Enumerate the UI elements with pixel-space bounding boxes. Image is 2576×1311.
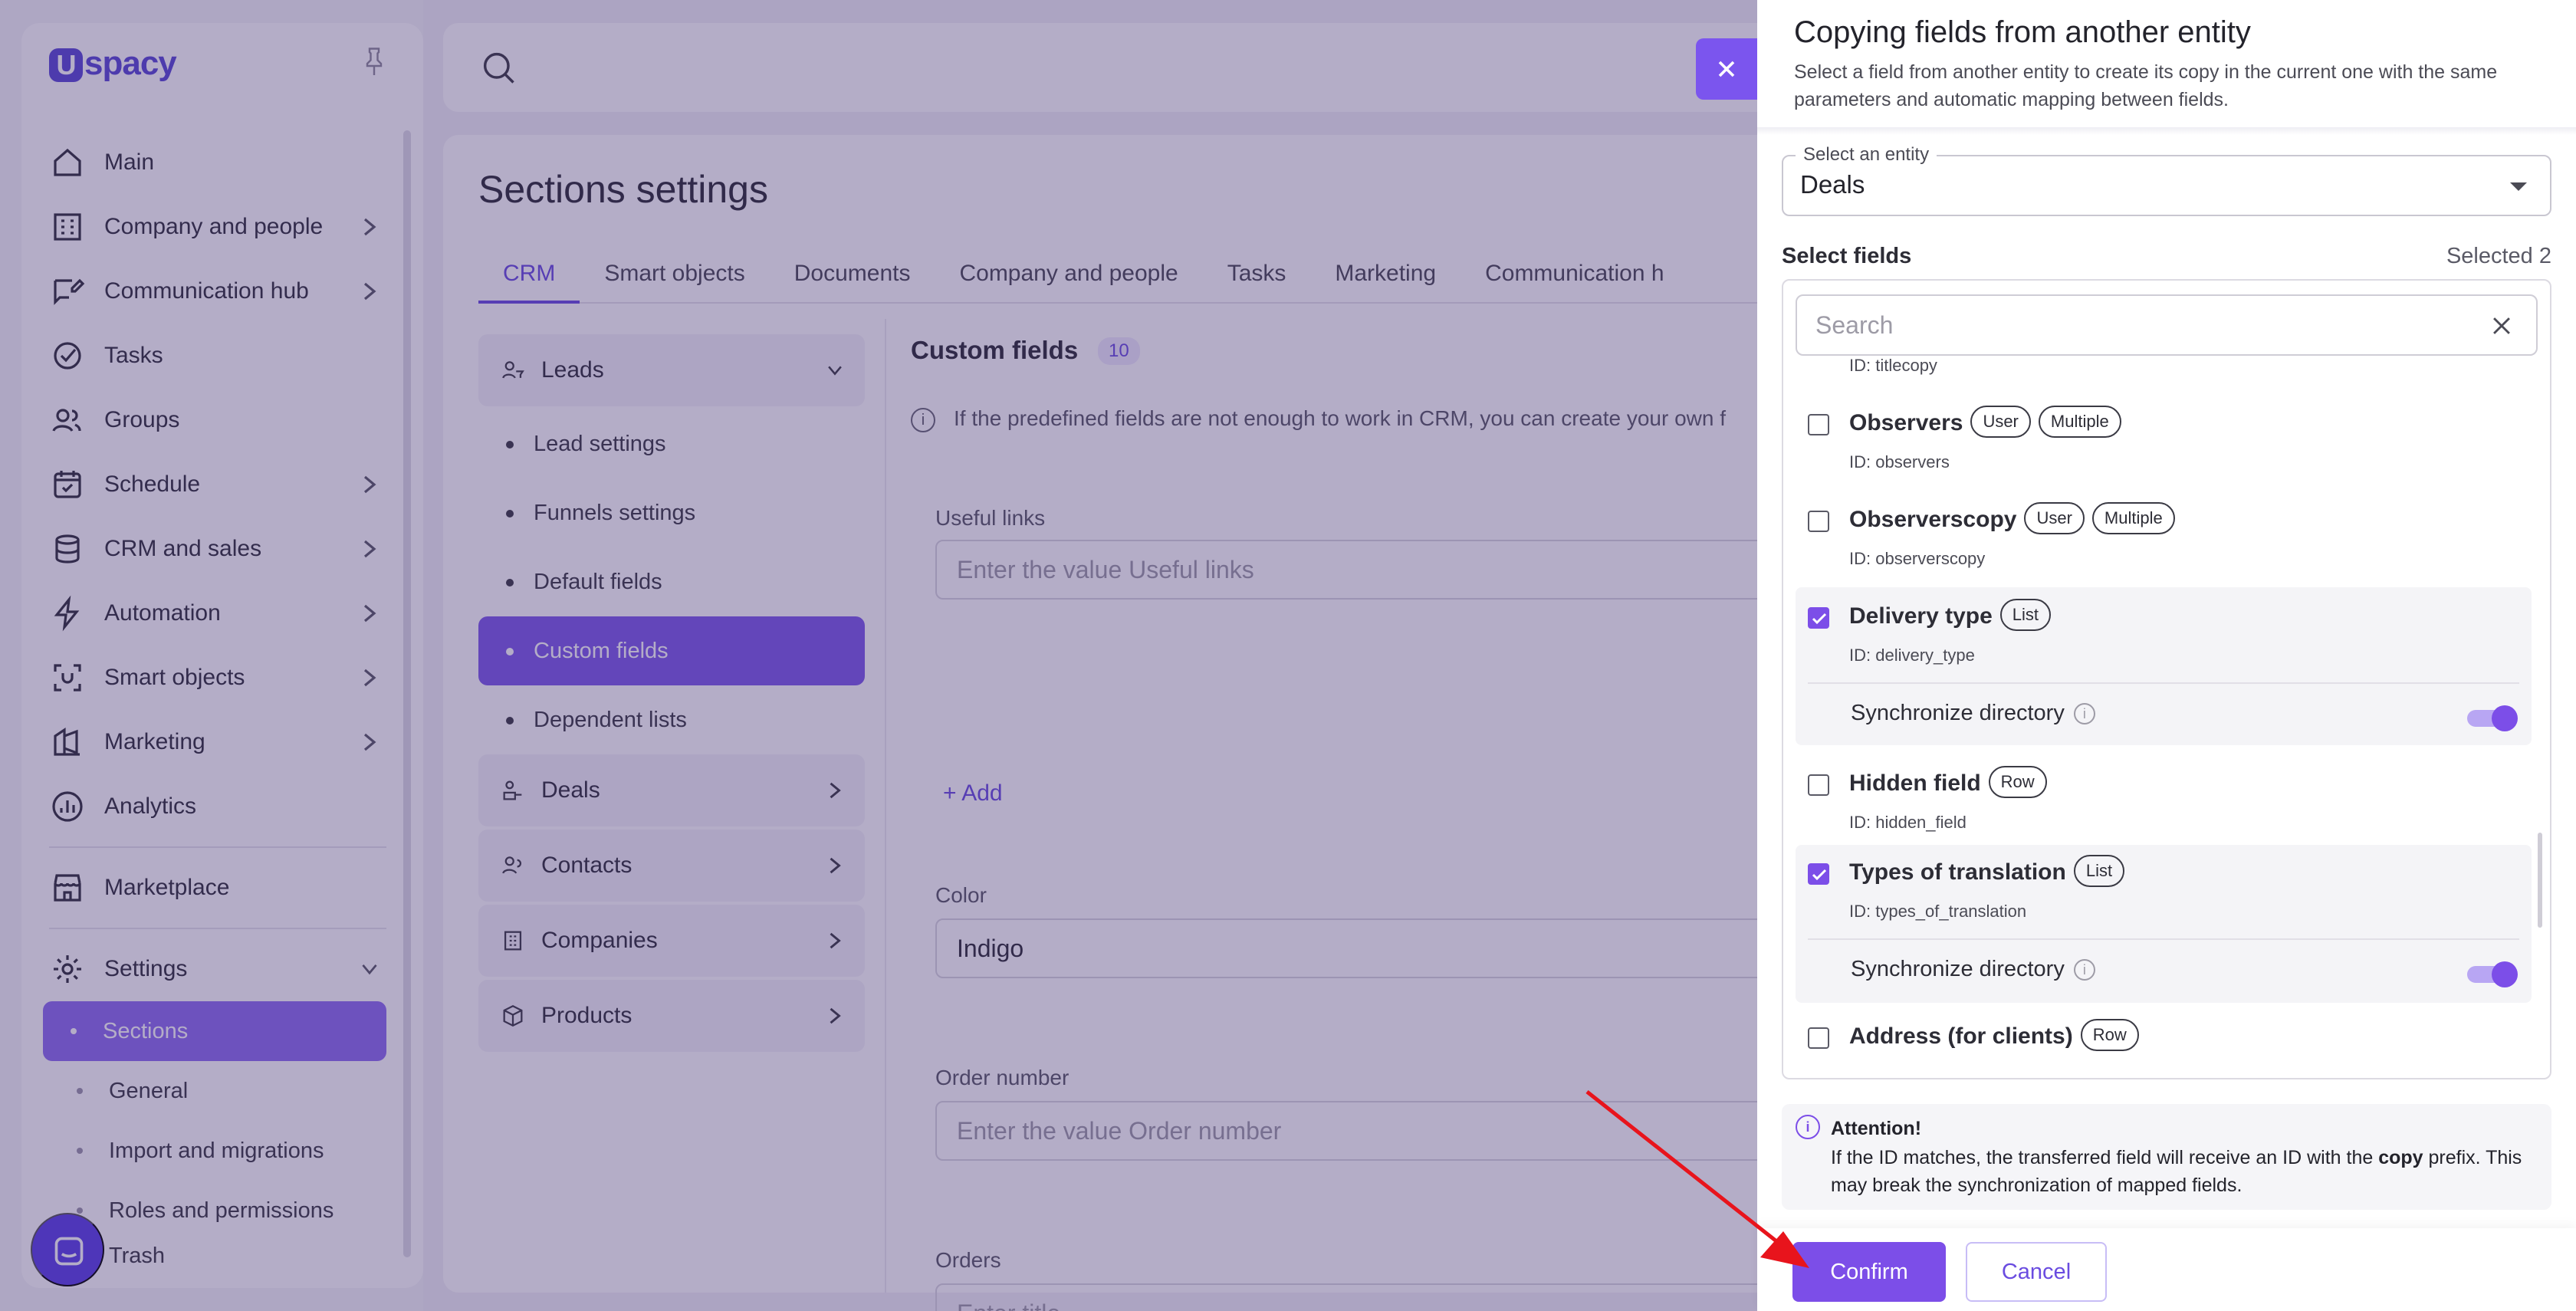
type-chip: Multiple xyxy=(2038,406,2121,438)
field-id: ID: hidden_field xyxy=(1849,813,1967,832)
attention-text-bold: copy xyxy=(2378,1147,2423,1168)
close-icon xyxy=(1718,61,1735,77)
field-row-types-of-translation[interactable]: Types of translation List ID: types_of_tr… xyxy=(1796,845,2532,1003)
cancel-button[interactable]: Cancel xyxy=(1966,1242,2107,1302)
field-id: ID: observerscopy xyxy=(1849,549,1986,568)
type-chip: Row xyxy=(2080,1019,2139,1051)
copy-fields-drawer: Copying fields from another entity Selec… xyxy=(1757,0,2576,1311)
field-name: Address (for clients) Row xyxy=(1849,1019,2139,1053)
sync-label-text: Synchronize directory xyxy=(1851,957,2065,981)
fields-search-input[interactable] xyxy=(1815,307,2459,343)
type-chip: User xyxy=(1970,406,2031,438)
entity-select-label: Select an entity xyxy=(1796,144,1937,166)
info-icon[interactable]: i xyxy=(2073,703,2095,725)
type-chip: Multiple xyxy=(2091,502,2175,534)
fields-list-scrollbar[interactable] xyxy=(2538,833,2542,928)
check-icon xyxy=(1812,869,1827,881)
field-checkbox[interactable] xyxy=(1808,414,1829,435)
header-shadow xyxy=(1757,127,2576,135)
field-id: ID: delivery_type xyxy=(1849,646,1975,665)
drawer-close-button[interactable] xyxy=(1696,38,1757,100)
attention-text: If the ID matches, the transferred field… xyxy=(1831,1144,2536,1199)
annotation-arrow-icon xyxy=(1585,1090,1809,1268)
field-id: ID: titlecopy xyxy=(1849,356,1937,375)
type-chip: User xyxy=(2024,502,2085,534)
entity-select[interactable]: Select an entity Deals xyxy=(1782,144,2551,216)
sync-label-text: Synchronize directory xyxy=(1851,701,2065,725)
drawer-subtitle: Select a field from another entity to cr… xyxy=(1794,61,2498,110)
drawer-footer: Confirm Cancel xyxy=(1757,1228,2576,1311)
field-checkbox-checked[interactable] xyxy=(1808,863,1829,885)
info-icon[interactable]: i xyxy=(2073,959,2095,981)
list-item: ID: titlecopy xyxy=(1796,356,2532,379)
attention-title: Attention! xyxy=(1831,1118,1922,1139)
field-row-delivery-type[interactable]: Delivery type List ID: delivery_type Sync… xyxy=(1796,587,2532,745)
field-id: ID: observers xyxy=(1849,452,1950,472)
field-name: Delivery type List xyxy=(1849,599,2052,633)
drawer-title: Copying fields from another entity xyxy=(1794,15,2251,49)
sync-directory-label: Synchronize directory i xyxy=(1851,701,2095,726)
field-row-observerscopy[interactable]: Observerscopy User Multiple ID: observersc… xyxy=(1796,480,2532,572)
sync-directory-label: Synchronize directory i xyxy=(1851,957,2095,982)
check-icon xyxy=(1812,613,1827,625)
field-name-text: Observerscopy xyxy=(1849,506,2017,532)
field-name: Observers User Multiple xyxy=(1849,406,2121,440)
field-name: Observerscopy User Multiple xyxy=(1849,502,2175,537)
divider xyxy=(1808,938,2519,940)
clear-search-icon[interactable] xyxy=(2489,313,2515,339)
field-row-hidden-field[interactable]: Hidden field Row ID: hidden_field xyxy=(1796,751,2532,842)
field-row-address-for-clients[interactable]: Address (for clients) Row xyxy=(1796,1009,2532,1070)
fields-list: ID: titlecopy Observers User Multiple ID: … xyxy=(1782,279,2551,1079)
entity-select-value: Deals xyxy=(1800,170,1865,199)
field-checkbox-checked[interactable] xyxy=(1808,607,1829,629)
field-checkbox[interactable] xyxy=(1808,511,1829,532)
field-row-observers[interactable]: Observers User Multiple ID: observers xyxy=(1796,383,2532,475)
type-chip: List xyxy=(2073,855,2125,887)
fields-search xyxy=(1796,294,2538,356)
field-id: ID: types_of_translation xyxy=(1849,902,2027,921)
dropdown-caret-icon xyxy=(2510,182,2527,191)
field-name-text: Delivery type xyxy=(1849,603,1993,629)
attention-notice: i Attention! If the ID matches, the tran… xyxy=(1782,1104,2551,1210)
field-name-text: Hidden field xyxy=(1849,770,1981,796)
field-name-text: Observers xyxy=(1849,409,1963,435)
field-name: Types of translation List xyxy=(1849,855,2125,889)
field-name-text: Address (for clients) xyxy=(1849,1023,2073,1049)
divider xyxy=(1808,682,2519,684)
field-name: Hidden field Row xyxy=(1849,766,2047,800)
select-fields-label: Select fields xyxy=(1782,244,1912,268)
type-chip: List xyxy=(1999,599,2052,631)
field-checkbox[interactable] xyxy=(1808,1027,1829,1049)
attention-text-part: If the ID matches, the transferred field… xyxy=(1831,1147,2379,1168)
type-chip: Row xyxy=(1988,766,2047,798)
sync-directory-toggle[interactable] xyxy=(2467,961,2518,987)
field-name-text: Types of translation xyxy=(1849,859,2066,885)
selected-count: Selected 2 xyxy=(2446,244,2551,268)
sync-directory-toggle[interactable] xyxy=(2467,705,2518,731)
field-checkbox[interactable] xyxy=(1808,774,1829,796)
